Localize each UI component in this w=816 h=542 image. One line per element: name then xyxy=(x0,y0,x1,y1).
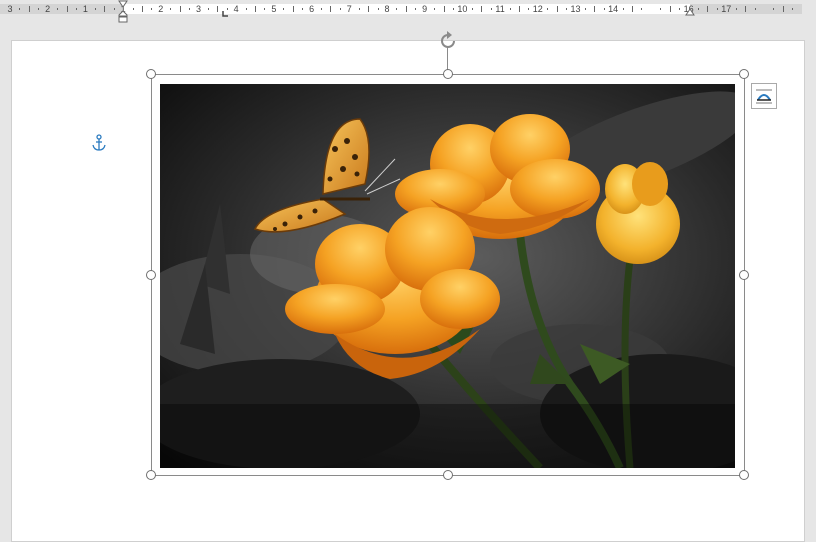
ruler-tick xyxy=(104,6,106,12)
ruler-dot xyxy=(603,8,605,10)
ruler-tick xyxy=(481,6,483,12)
right-indent-marker[interactable] xyxy=(685,8,695,17)
ruler-number: 3 xyxy=(7,4,13,14)
ruler-number: 14 xyxy=(608,4,619,14)
ruler-dot xyxy=(660,8,662,10)
ruler-number: 13 xyxy=(570,4,581,14)
ruler-dot xyxy=(792,8,794,10)
ruler-number: 3 xyxy=(195,4,202,14)
resize-handle-middle-right[interactable] xyxy=(739,270,749,280)
ruler-dot xyxy=(415,8,417,10)
ruler-dot xyxy=(38,8,40,10)
ruler-dot xyxy=(754,8,756,10)
ruler-tick xyxy=(443,6,445,12)
hanging-indent-marker[interactable] xyxy=(118,10,128,23)
ruler-dot xyxy=(566,8,568,10)
ruler-dot xyxy=(773,8,775,10)
ruler-number: 8 xyxy=(384,4,390,14)
ruler-number: 4 xyxy=(233,4,239,14)
ruler-dot xyxy=(528,8,530,10)
ruler-tick xyxy=(707,6,709,12)
ruler-dot xyxy=(132,8,134,10)
ruler-tick xyxy=(141,6,143,12)
layout-options-icon xyxy=(756,89,772,104)
ruler-dot xyxy=(189,8,191,10)
ruler-dot xyxy=(170,8,172,10)
ruler-dot xyxy=(207,8,209,10)
ruler-dot xyxy=(358,8,360,10)
rotate-handle-icon[interactable] xyxy=(437,30,459,52)
ruler-dot xyxy=(434,8,436,10)
ruler-number: 17 xyxy=(721,4,732,14)
ruler-dot xyxy=(547,8,549,10)
resize-handle-top-left[interactable] xyxy=(146,69,156,79)
resize-handle-top-center[interactable] xyxy=(443,69,453,79)
ruler-tick xyxy=(66,6,68,12)
ruler-number: 5 xyxy=(271,4,277,14)
ruler-dot xyxy=(490,8,492,10)
ruler-dot xyxy=(302,8,304,10)
first-line-indent-marker[interactable] xyxy=(118,0,128,8)
ruler-dot xyxy=(264,8,266,10)
flower-butterfly-photo[interactable] xyxy=(160,84,735,468)
ruler-dot xyxy=(321,8,323,10)
ruler-dot xyxy=(396,8,398,10)
ruler-tick xyxy=(594,6,596,12)
ruler-number: 1 xyxy=(82,4,88,14)
ruler-number: 9 xyxy=(422,4,428,14)
ruler-number: 12 xyxy=(532,4,543,14)
ruler-tick xyxy=(368,6,370,12)
ruler-dot xyxy=(113,8,115,10)
ruler-tick xyxy=(405,6,407,12)
layout-options-button[interactable] xyxy=(751,83,777,109)
ruler-dot xyxy=(151,8,153,10)
ruler-tick xyxy=(255,6,257,12)
ruler-dot xyxy=(339,8,341,10)
ruler-dot xyxy=(283,8,285,10)
ruler-number: 10 xyxy=(457,4,468,14)
ruler-dot xyxy=(584,8,586,10)
ruler-dot xyxy=(698,8,700,10)
ruler-dot xyxy=(452,8,454,10)
resize-handle-bottom-right[interactable] xyxy=(739,470,749,480)
ruler-dot xyxy=(94,8,96,10)
anchor-icon[interactable] xyxy=(91,134,107,152)
ruler-dot xyxy=(509,8,511,10)
ruler-tick xyxy=(556,6,558,12)
photo-content xyxy=(160,84,735,468)
tab-stop-marker[interactable] xyxy=(221,10,229,18)
resize-handle-top-right[interactable] xyxy=(739,69,749,79)
ruler-dot xyxy=(641,8,643,10)
ruler-number: 6 xyxy=(309,4,315,14)
ruler-tick xyxy=(518,6,520,12)
horizontal-ruler[interactable]: 3 2 1 1 2 3 4 5 6 7 8 9 10 11 12 13 14 16 17 xyxy=(0,0,816,23)
ruler-number: 2 xyxy=(45,4,51,14)
ruler-dot xyxy=(471,8,473,10)
ruler-dot xyxy=(679,8,681,10)
ruler-tick xyxy=(330,6,332,12)
ruler-tick xyxy=(632,6,634,12)
ruler-dot xyxy=(377,8,379,10)
ruler-dot xyxy=(57,8,59,10)
resize-handle-bottom-center[interactable] xyxy=(443,470,453,480)
ruler-tick xyxy=(179,6,181,12)
ruler-tick xyxy=(782,6,784,12)
ruler-tick xyxy=(28,6,30,12)
resize-handle-bottom-left[interactable] xyxy=(146,470,156,480)
ruler-dot xyxy=(245,8,247,10)
ruler-number: 2 xyxy=(158,4,164,14)
resize-handle-middle-left[interactable] xyxy=(146,270,156,280)
ruler-dot xyxy=(19,8,21,10)
ruler-dot xyxy=(622,8,624,10)
ruler-tick xyxy=(669,6,671,12)
ruler-tick xyxy=(217,6,219,12)
ruler-number: 7 xyxy=(346,4,352,14)
ruler-number: 11 xyxy=(495,4,505,14)
ruler-tick xyxy=(292,6,294,12)
ruler-dot xyxy=(716,8,718,10)
ruler-dot xyxy=(75,8,77,10)
ruler-dot xyxy=(735,8,737,10)
ruler-tick xyxy=(745,6,747,12)
